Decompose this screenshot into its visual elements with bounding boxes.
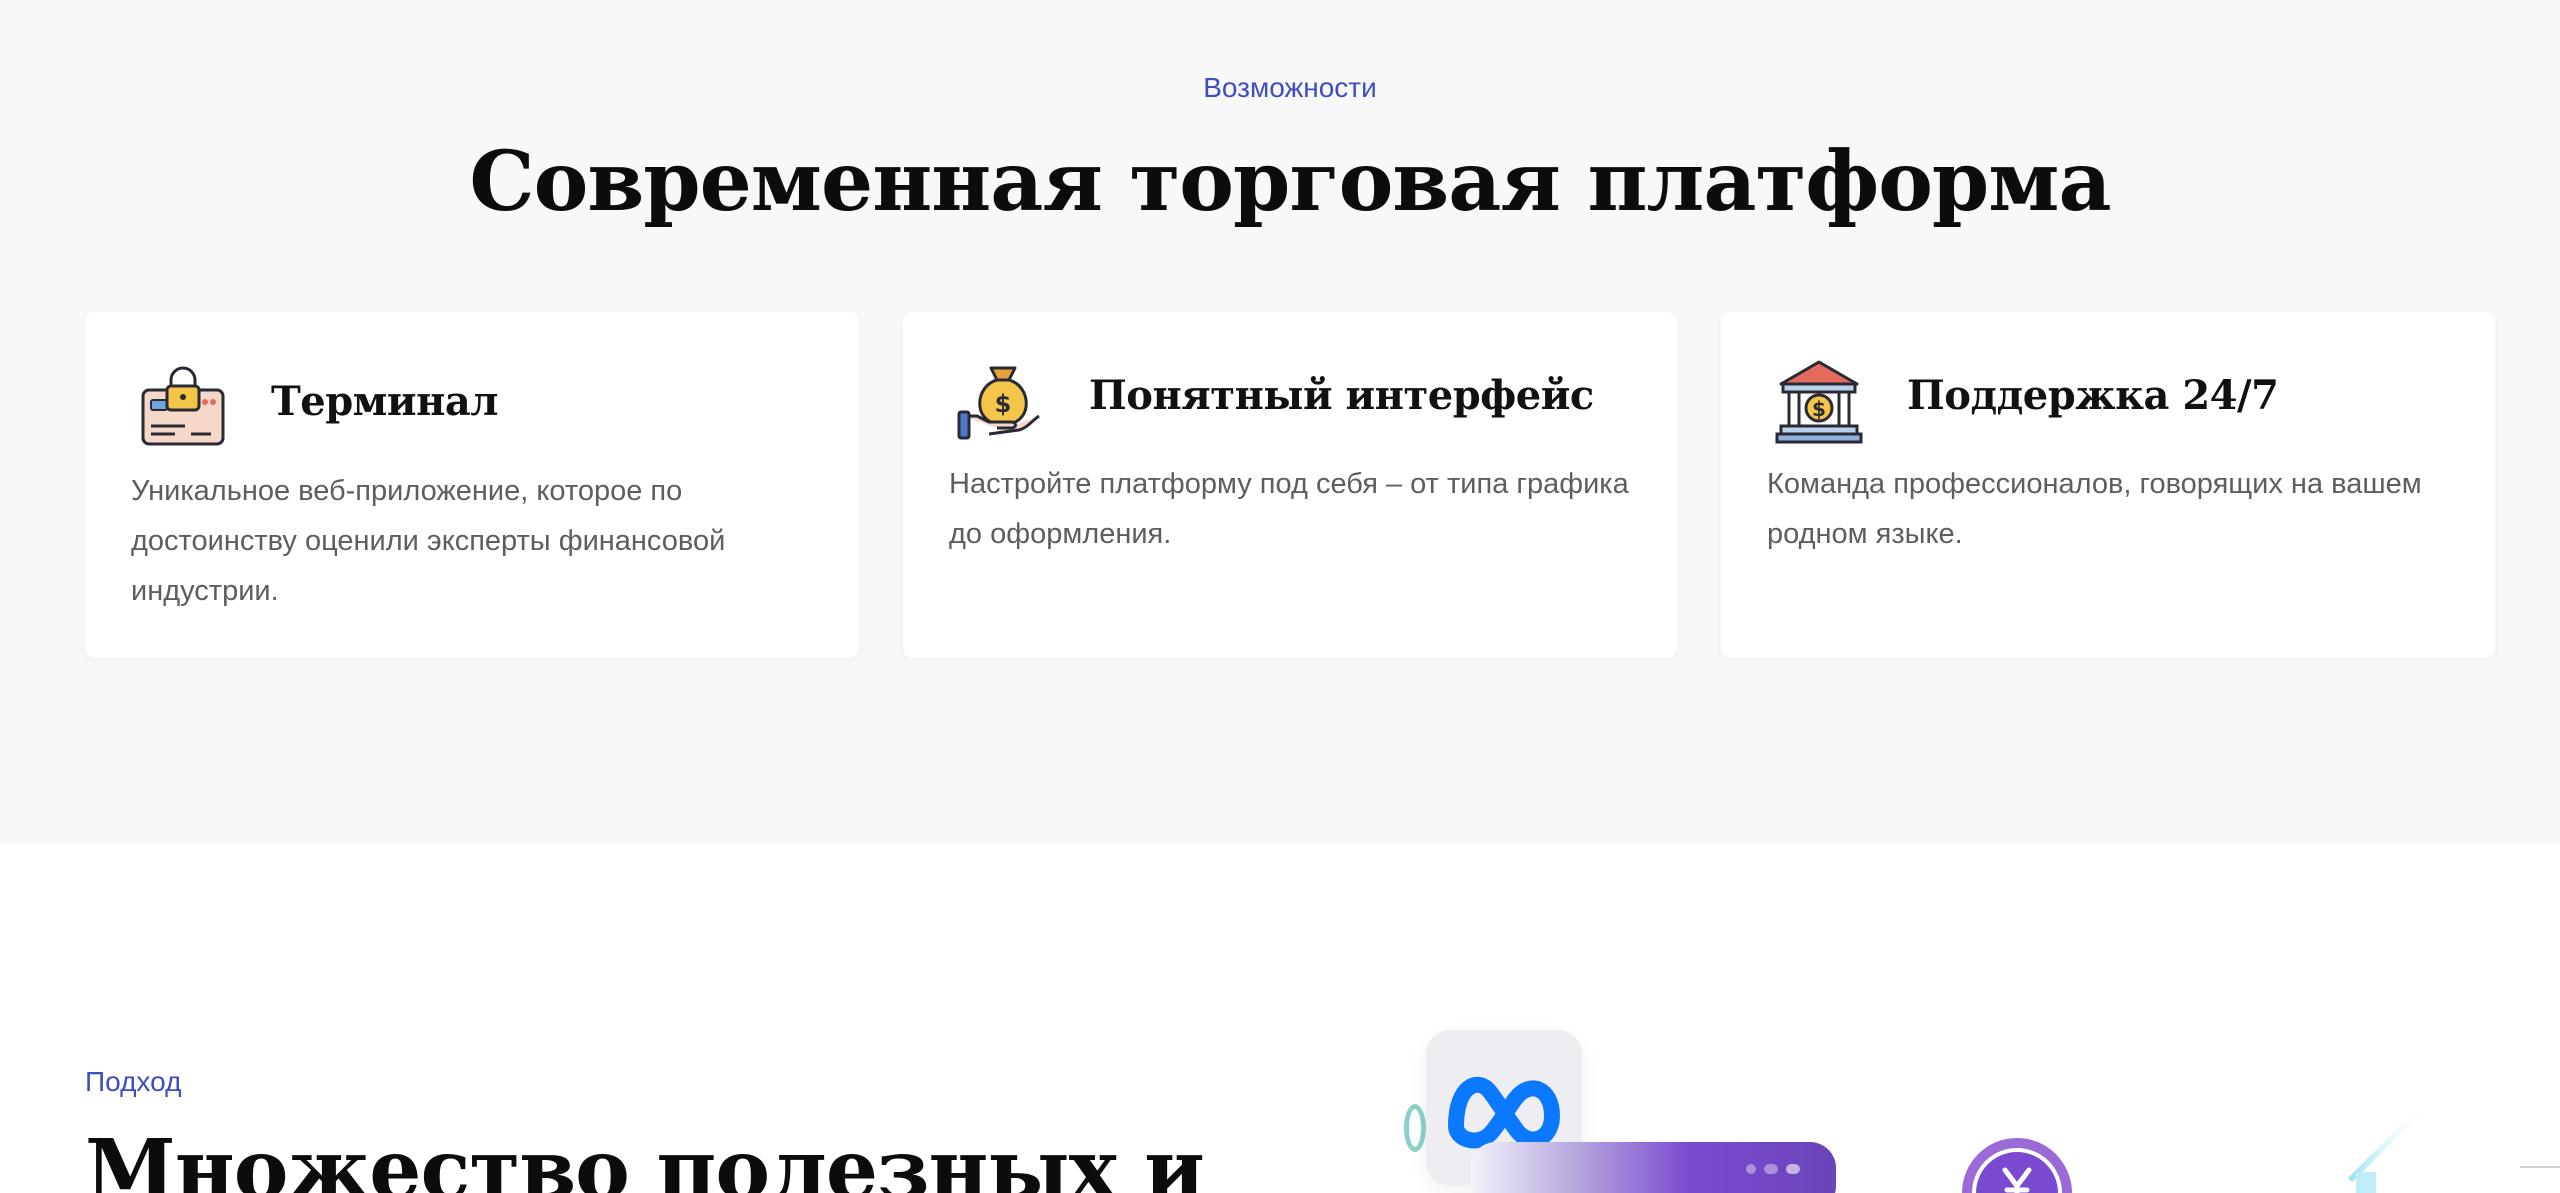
bank-building-icon: $: [1775, 356, 1863, 444]
feature-card-support: $ Поддержка 24/7 Команда профессионалов,…: [1721, 312, 2495, 658]
features-section: Возможности Современная торговая платфор…: [0, 0, 2560, 845]
features-eyebrow: Возможности: [1203, 72, 1377, 103]
svg-text:$: $: [995, 390, 1012, 418]
approach-title: Множество полезных и: [85, 1122, 1205, 1193]
feature-card-title: Поддержка 24/7: [1907, 372, 2279, 419]
credit-card-lock-icon: [139, 364, 227, 452]
feature-card-title: Понятный интерфейс: [1089, 372, 1594, 419]
approach-eyebrow: Подход: [85, 1066, 182, 1097]
feature-card-description: Команда профессионалов, говорящих на ваш…: [1767, 468, 2422, 550]
feature-card-terminal: Терминал Уникальное веб-приложение, кото…: [85, 312, 859, 658]
chart-glow-decoration: [2340, 1097, 2450, 1193]
feature-card-interface: $ Понятный интерфейс Настройте платформу…: [903, 312, 1677, 658]
edge-decoration: [2520, 1166, 2560, 1193]
yen-coin-icon: [1962, 1138, 2072, 1193]
teal-ring-decoration: [1404, 1104, 1426, 1152]
purple-widget-decoration: [1470, 1142, 1836, 1193]
svg-text:$: $: [1812, 397, 1826, 421]
features-title: Современная торговая платформа: [469, 134, 2111, 230]
feature-card-description: Уникальное веб-приложение, которое по до…: [131, 475, 726, 607]
feature-card-description: Настройте платформу под себя – от типа г…: [949, 468, 1629, 550]
feature-card-title: Терминал: [271, 378, 499, 425]
money-bag-hand-icon: $: [957, 354, 1045, 442]
